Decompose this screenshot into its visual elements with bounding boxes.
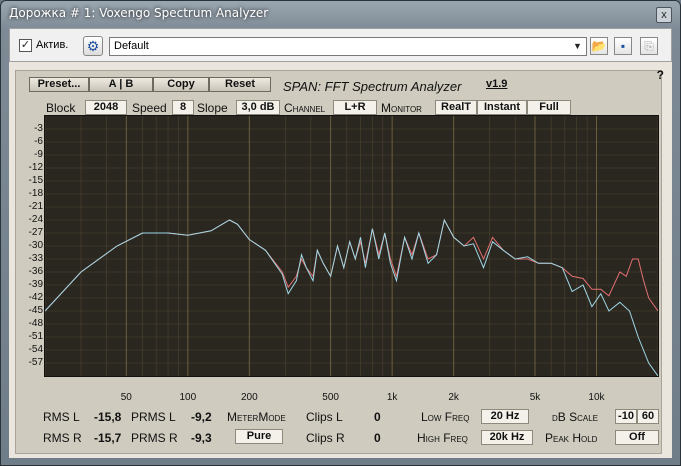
x-tick-label: 2k [448,392,459,403]
clips-l-label: Clips L [306,410,343,424]
low-freq-label: Low Freq [421,410,470,424]
x-tick-label: 1k [386,392,398,403]
spectrum-line-left [44,218,659,312]
y-tick-label: -18 [28,188,43,199]
prms-r-label: PRMS R [131,431,178,445]
slope-label: Slope [197,101,228,115]
y-tick-label: -51 [28,331,43,342]
clips-r-value[interactable]: 0 [374,431,381,445]
spectrum-plot [44,116,659,377]
x-tick-label: 200 [240,392,258,403]
high-freq-label: High Freq [417,431,468,445]
metermode-value[interactable]: Pure [235,429,283,444]
block-value[interactable]: 2048 [85,100,127,115]
clips-r-label: Clips R [306,431,345,445]
db-scale-min[interactable]: -10 [615,409,637,424]
instant-button[interactable]: Instant [477,100,527,115]
title-bar[interactable]: Дорожка # 1: Voxengo Spectrum Analyzer x [1,1,680,27]
prms-l-value: -9,2 [191,410,212,424]
full-button[interactable]: Full [527,100,571,115]
speed-value[interactable]: 8 [172,100,194,115]
preset-dropdown-value: Default [114,40,149,52]
ab-button[interactable]: A | B [89,77,153,92]
y-tick-label: -6 [34,136,43,147]
block-label: Block [46,101,76,115]
y-tick-label: -36 [28,266,43,277]
peak-hold-value[interactable]: Off [615,430,659,445]
clips-l-value[interactable]: 0 [374,410,381,424]
low-freq-value[interactable]: 20 Hz [481,409,529,424]
y-tick-label: -45 [28,305,43,316]
peak-hold-label: Peak Hold [545,431,598,445]
y-tick-label: -9 [34,149,43,160]
y-tick-label: -3 [34,123,43,134]
active-checkbox[interactable]: ✓ [19,39,32,52]
prms-l-label: PRMS L [131,410,176,424]
y-tick-label: -27 [28,227,43,238]
x-tick-label: 10k [588,392,605,403]
prms-r-value: -9,3 [191,431,212,445]
delete-preset-icon[interactable]: ⎘ [640,37,658,55]
x-tick-label: 5k [529,392,541,403]
plugin-window: Дорожка # 1: Voxengo Spectrum Analyzer x… [0,0,681,466]
rms-l-value: -15,8 [94,410,122,424]
y-tick-label: -21 [28,201,43,212]
y-tick-label: -39 [28,279,43,290]
host-toolbar: ✓ Актив. ⚙ Default ▼ 📂 ▪ ⎘ [9,28,672,62]
rms-r-label: RMS R [43,431,82,445]
y-tick-label: -24 [28,214,43,225]
save-disk-icon[interactable]: ▪ [614,37,632,55]
y-tick-label: -54 [28,344,43,355]
x-tick-label: 100 [179,392,197,403]
channel-label: Channel [284,101,326,115]
preset-dropdown[interactable]: Default ▼ [109,37,587,56]
db-scale-max[interactable]: 60 [637,409,659,424]
open-folder-icon[interactable]: 📂 [590,37,608,55]
y-tick-label: -48 [28,318,43,329]
y-tick-label: -30 [28,240,43,251]
window-title: Дорожка # 1: Voxengo Spectrum Analyzer [9,6,269,20]
copy-button[interactable]: Copy [153,77,209,92]
realtime-button[interactable]: RealT [435,100,477,115]
x-tick-label: 500 [322,392,339,403]
high-freq-value[interactable]: 20k Hz [481,430,533,445]
preset-button[interactable]: Preset... [29,77,89,92]
y-tick-label: -15 [28,175,43,186]
channel-value[interactable]: L+R [333,100,377,115]
close-button[interactable]: x [656,7,672,23]
monitor-label: Monitor [381,101,422,115]
settings-gear-icon[interactable]: ⚙ [83,36,103,56]
plugin-title: SPAN: FFT Spectrum Analyzer [283,79,462,94]
y-tick-label: -12 [28,162,43,173]
db-scale-label: dB Scale [552,410,599,424]
metermode-label: MeterMode [227,410,286,424]
y-tick-label: -42 [28,292,43,303]
y-tick-label: -57 [28,357,43,368]
rms-l-label: RMS L [43,410,80,424]
speed-label: Speed [132,101,167,115]
chevron-down-icon[interactable]: ▼ [571,40,584,53]
active-label: Актив. [36,39,69,51]
spectrum-graph[interactable] [44,115,659,377]
x-tick-label: 50 [120,392,132,403]
y-tick-label: -33 [28,253,43,264]
help-button[interactable]: ? [657,68,664,82]
rms-r-value: -15,7 [94,431,122,445]
reset-button[interactable]: Reset [209,77,271,92]
slope-value[interactable]: 3,0 dB [236,100,280,115]
plugin-version: v1.9 [486,78,508,90]
